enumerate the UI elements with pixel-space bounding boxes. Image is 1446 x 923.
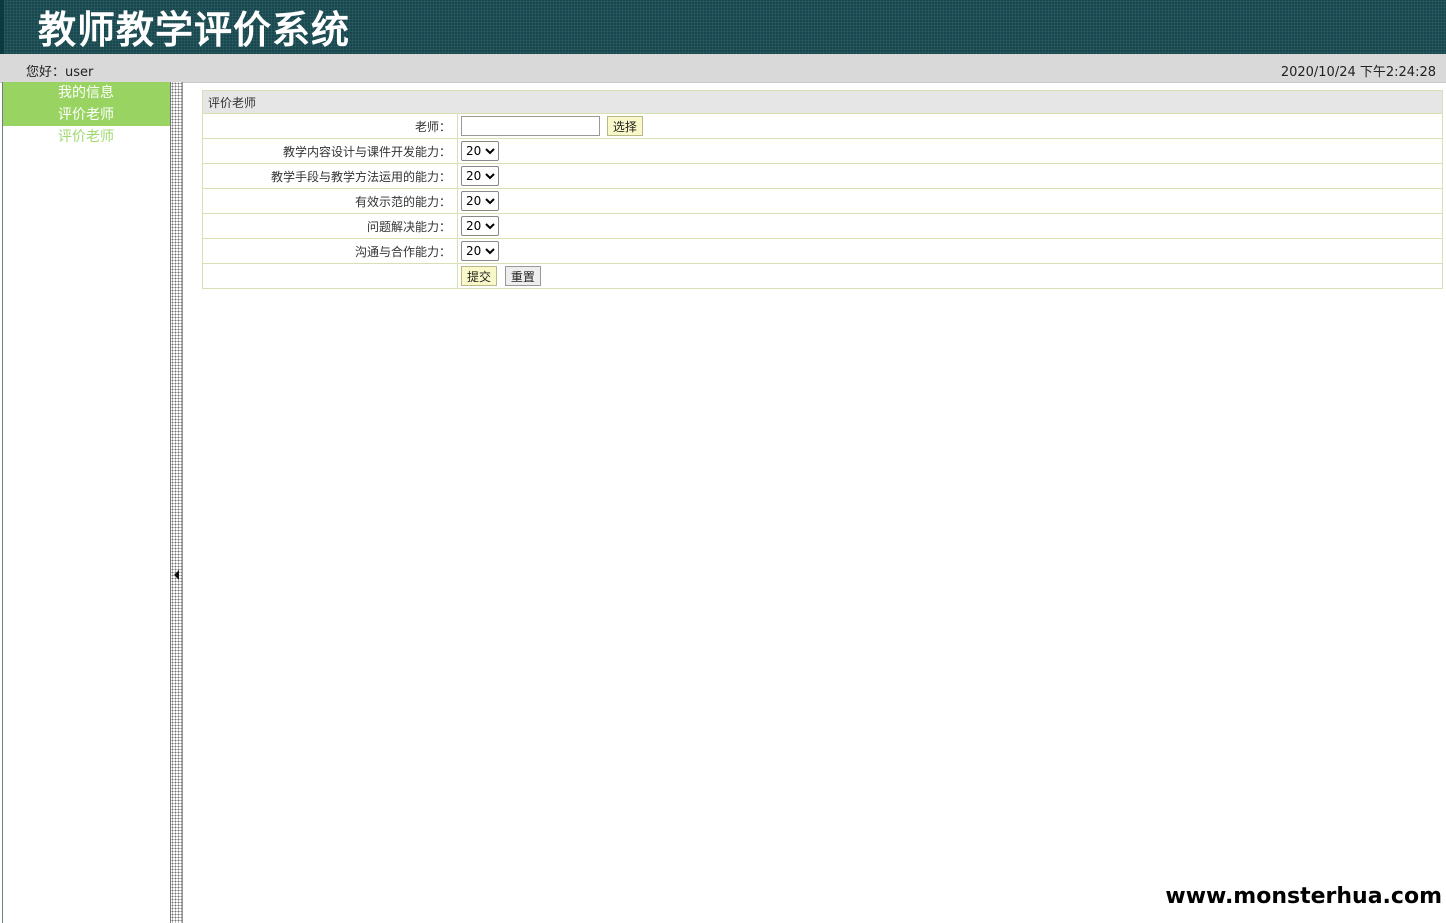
- app-header: 教师教学评价系统: [0, 0, 1446, 54]
- choose-teacher-button[interactable]: 选择: [606, 116, 643, 136]
- criteria-label: 沟通与合作能力：: [202, 238, 458, 264]
- score-select[interactable]: 20: [461, 241, 499, 261]
- score-select[interactable]: 20: [461, 166, 499, 186]
- teacher-label: 老师：: [202, 113, 458, 139]
- evaluation-form: 评价老师 老师： 选择 教学内容设计与课件开发能力： 20 教学手段与教学方法运…: [202, 90, 1443, 289]
- main-content: 评价老师 老师： 选择 教学内容设计与课件开发能力： 20 教学手段与教学方法运…: [202, 90, 1443, 289]
- criteria-label: 教学手段与教学方法运用的能力：: [202, 163, 458, 189]
- score-select[interactable]: 20: [461, 191, 499, 211]
- criteria-row: 教学手段与教学方法运用的能力： 20: [202, 163, 1443, 189]
- teacher-field-cell: 选择: [457, 113, 1443, 139]
- sidebar: 我的信息 评价老师 评价老师: [2, 82, 171, 923]
- teacher-input[interactable]: [461, 116, 600, 136]
- criteria-label: 教学内容设计与课件开发能力：: [202, 138, 458, 164]
- current-datetime: 2020/10/24 下午2:24:28: [1280, 65, 1436, 80]
- criteria-row: 问题解决能力： 20: [202, 213, 1443, 239]
- submit-button[interactable]: 提交: [461, 266, 498, 286]
- watermark-text: www.monsterhua.com: [1163, 884, 1444, 909]
- criteria-row: 教学内容设计与课件开发能力： 20: [202, 138, 1443, 164]
- criteria-label: 有效示范的能力：: [202, 188, 458, 214]
- sidebar-item-evaluate-teacher-header[interactable]: 评价老师: [3, 104, 171, 126]
- form-section-title: 评价老师: [202, 90, 1443, 114]
- top-status-bar: 您好：user 2020/10/24 下午2:24:28: [0, 54, 1446, 83]
- collapse-arrow-icon[interactable]: [174, 570, 179, 580]
- teacher-row: 老师： 选择: [202, 113, 1443, 139]
- sidebar-item-my-info[interactable]: 我的信息: [3, 82, 171, 104]
- reset-button[interactable]: 重置: [504, 266, 541, 286]
- sidebar-item-evaluate-teacher[interactable]: 评价老师: [3, 126, 171, 148]
- app-title: 教师教学评价系统: [38, 8, 351, 52]
- sidebar-splitter[interactable]: [170, 82, 183, 923]
- score-select[interactable]: 20: [461, 216, 499, 236]
- criteria-label: 问题解决能力：: [202, 213, 458, 239]
- actions-row: 提交 重置: [202, 263, 1443, 289]
- score-select[interactable]: 20: [461, 141, 499, 161]
- header-left-edge: [0, 0, 4, 54]
- criteria-row: 沟通与合作能力： 20: [202, 238, 1443, 264]
- criteria-row: 有效示范的能力： 20: [202, 188, 1443, 214]
- user-greeting: 您好：user: [26, 65, 94, 80]
